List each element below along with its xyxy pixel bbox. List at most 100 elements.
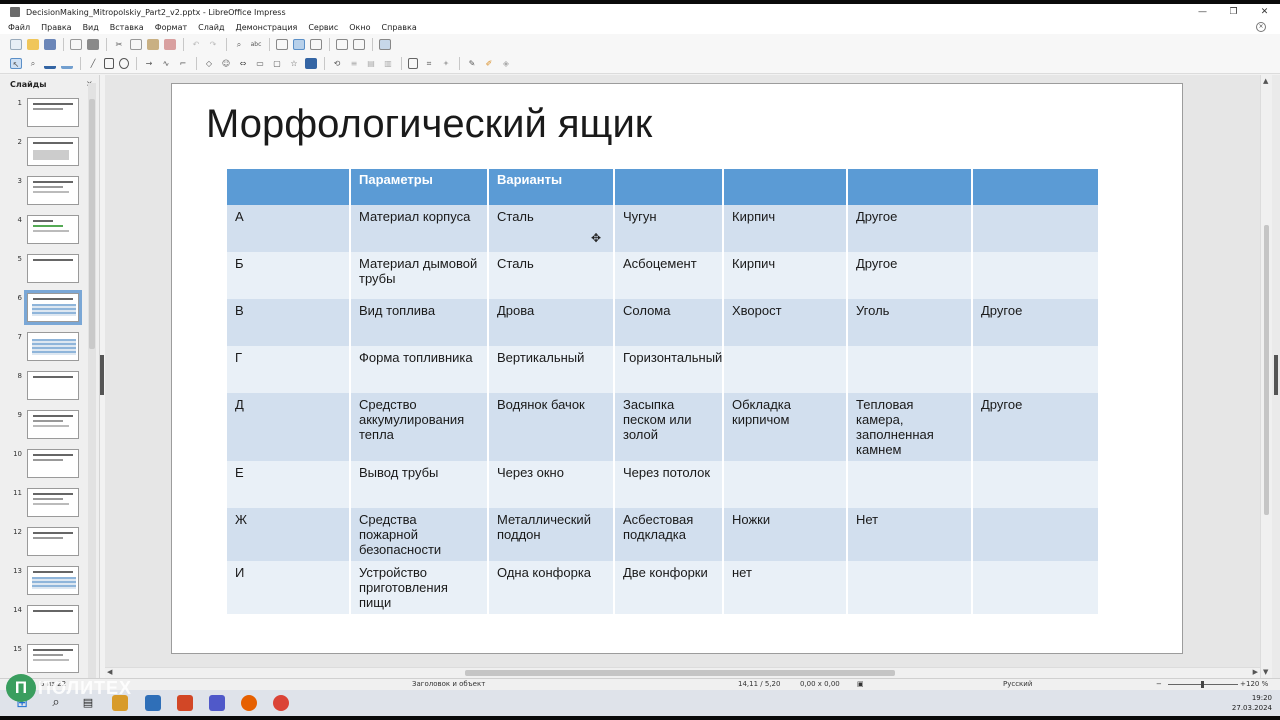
- table-cell[interactable]: [847, 561, 973, 614]
- table-cell[interactable]: Б: [227, 252, 351, 299]
- line-icon[interactable]: ╱: [87, 58, 99, 69]
- table-cell[interactable]: [972, 252, 1098, 299]
- table-cell[interactable]: Тепловая камера, заполненная камнем: [847, 393, 973, 461]
- save-icon[interactable]: [44, 38, 56, 50]
- system-clock[interactable]: 19:20 27.03.2024: [1232, 693, 1272, 713]
- table-cell[interactable]: Другое: [847, 252, 973, 299]
- table-cell[interactable]: Водянок бачок: [488, 393, 615, 461]
- menu-help[interactable]: Справка: [382, 23, 417, 32]
- table-cell[interactable]: Хворост: [723, 299, 848, 346]
- table-cell[interactable]: Асбоцемент: [614, 252, 724, 299]
- table-header-cell[interactable]: Параметры: [350, 169, 489, 205]
- slide-thumbnail-3[interactable]: 3: [0, 175, 94, 209]
- slide-thumbnail-2[interactable]: 2: [0, 136, 94, 170]
- table-header-cell[interactable]: [227, 169, 351, 205]
- table-cell[interactable]: Нет: [847, 508, 973, 561]
- menu-insert[interactable]: Вставка: [110, 23, 144, 32]
- crop-icon[interactable]: ⌗: [423, 58, 435, 69]
- menu-view[interactable]: Вид: [83, 23, 99, 32]
- rotate-icon[interactable]: ⟲: [331, 58, 343, 69]
- grid-icon[interactable]: [276, 38, 288, 50]
- align-icon[interactable]: ≡: [348, 58, 360, 69]
- splitter-handle[interactable]: [100, 355, 104, 395]
- table-cell[interactable]: Е: [227, 461, 351, 508]
- slide-thumbnail-13[interactable]: 13: [0, 565, 94, 599]
- table-cell[interactable]: В: [227, 299, 351, 346]
- distribute-icon[interactable]: ▥: [382, 58, 394, 69]
- menu-file[interactable]: Файл: [8, 23, 30, 32]
- table-cell[interactable]: [723, 346, 848, 393]
- filter-icon[interactable]: ✦: [440, 58, 452, 69]
- save-app-icon[interactable]: [145, 695, 161, 711]
- arrow-line-icon[interactable]: →: [143, 58, 155, 69]
- table-cell[interactable]: Вывод трубы: [350, 461, 489, 508]
- find-replace-icon[interactable]: ⌕: [233, 39, 245, 50]
- flowchart-icon[interactable]: ▭: [254, 58, 266, 69]
- table-cell[interactable]: Солома: [614, 299, 724, 346]
- paste-icon[interactable]: [147, 38, 159, 50]
- table-cell[interactable]: [972, 346, 1098, 393]
- table-cell[interactable]: Обкладка кирпичом: [723, 393, 848, 461]
- fill-color-icon[interactable]: [61, 58, 73, 69]
- points-icon[interactable]: ✎: [466, 58, 478, 69]
- table-cell[interactable]: Засыпка песком или золой: [614, 393, 724, 461]
- table-header-cell[interactable]: [723, 169, 848, 205]
- table-cell[interactable]: [723, 461, 848, 508]
- slide-thumbnail-4[interactable]: 4: [0, 214, 94, 248]
- master-slide-icon[interactable]: [336, 38, 348, 50]
- horizontal-scrollbar[interactable]: ◀ ▶: [105, 667, 1260, 678]
- slide-thumbnail-8[interactable]: 8: [0, 370, 94, 404]
- arrange-icon[interactable]: ▤: [365, 58, 377, 69]
- table-cell[interactable]: Ж: [227, 508, 351, 561]
- copy-icon[interactable]: [130, 38, 142, 50]
- slide-thumbnail-5[interactable]: 5: [0, 253, 94, 287]
- table-cell[interactable]: Форма топливника: [350, 346, 489, 393]
- slide-thumbnail-1[interactable]: 1: [0, 97, 94, 131]
- menu-window[interactable]: Окно: [349, 23, 370, 32]
- scrollbar-thumb[interactable]: [89, 99, 95, 349]
- spelling-icon[interactable]: abc: [250, 39, 262, 50]
- table-cell[interactable]: Асбестовая подкладка: [614, 508, 724, 561]
- sidebar-deck-splitter[interactable]: [1272, 75, 1280, 678]
- menu-slideshow[interactable]: Демонстрация: [236, 23, 298, 32]
- table-cell[interactable]: Через окно: [488, 461, 615, 508]
- zoom-icon[interactable]: ⌕: [27, 58, 39, 69]
- table-cell[interactable]: Материал корпуса: [350, 205, 489, 252]
- scroll-right-icon[interactable]: ▶: [1253, 668, 1258, 676]
- table-cell[interactable]: Другое: [847, 205, 973, 252]
- table-cell[interactable]: Две конфорки: [614, 561, 724, 614]
- slide-thumbnail-6[interactable]: 6: [0, 290, 94, 326]
- zoom-out-icon[interactable]: −: [1156, 680, 1162, 688]
- table-cell[interactable]: [972, 561, 1098, 614]
- table-cell[interactable]: Сталь: [488, 252, 615, 299]
- table-cell[interactable]: Одна конфорка: [488, 561, 615, 614]
- symbol-shapes-icon[interactable]: ☺: [220, 58, 232, 69]
- redo-icon[interactable]: ↷: [207, 39, 219, 50]
- block-arrows-icon[interactable]: ⇔: [237, 58, 249, 69]
- table-cell[interactable]: Средство аккумулирования тепла: [350, 393, 489, 461]
- connector-icon[interactable]: ⌐: [177, 58, 189, 69]
- table-cell[interactable]: [847, 346, 973, 393]
- table-cell[interactable]: И: [227, 561, 351, 614]
- table-cell[interactable]: [847, 461, 973, 508]
- table-cell[interactable]: Вертикальный: [488, 346, 615, 393]
- toggle-extrusion-icon[interactable]: ◈: [500, 58, 512, 69]
- start-slideshow-icon[interactable]: [379, 38, 391, 50]
- print-icon[interactable]: [87, 38, 99, 50]
- vertical-scrollbar[interactable]: ▲ ▼: [1260, 75, 1272, 678]
- table-cell[interactable]: Горизонтальный: [614, 346, 724, 393]
- table-cell[interactable]: Уголь: [847, 299, 973, 346]
- table-cell[interactable]: нет: [723, 561, 848, 614]
- scroll-down-icon[interactable]: ▼: [1263, 668, 1268, 676]
- chrome-icon[interactable]: [273, 695, 289, 711]
- scrollbar-thumb[interactable]: [465, 670, 895, 676]
- slide-thumbnail-11[interactable]: 11: [0, 487, 94, 521]
- table-header-cell[interactable]: [614, 169, 724, 205]
- table-cell[interactable]: Кирпич: [723, 205, 848, 252]
- language-indicator[interactable]: Русский: [1003, 680, 1032, 688]
- table-cell[interactable]: Материал дымовой трубы: [350, 252, 489, 299]
- scrollbar-thumb[interactable]: [1264, 225, 1269, 515]
- table-cell[interactable]: Чугун: [614, 205, 724, 252]
- open-folder-icon[interactable]: [27, 38, 39, 50]
- stars-icon[interactable]: ☆: [288, 58, 300, 69]
